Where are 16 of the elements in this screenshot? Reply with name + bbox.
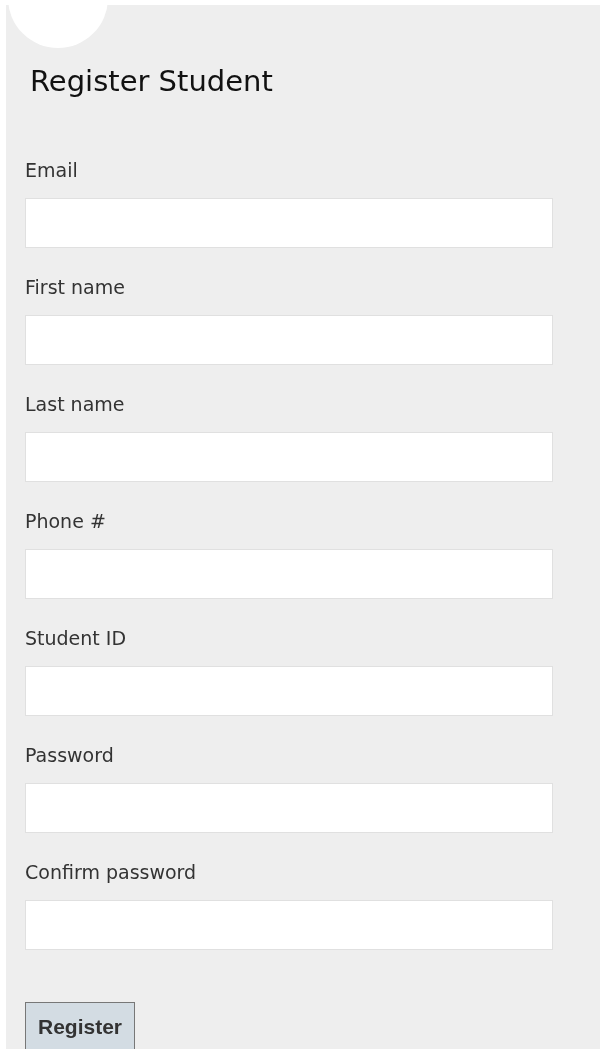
form-title: Register Student xyxy=(30,63,274,99)
input-field[interactable] xyxy=(25,432,553,482)
field-label: Password xyxy=(25,743,115,767)
field-label: First name xyxy=(25,275,126,299)
input-field[interactable] xyxy=(25,783,553,833)
field-label: Phone # xyxy=(25,509,107,533)
input-field[interactable] xyxy=(25,549,553,599)
field-label: Last name xyxy=(25,392,126,416)
input-field[interactable] xyxy=(25,666,553,716)
input-field[interactable] xyxy=(25,198,553,248)
field-label: Confirm password xyxy=(25,860,198,884)
register-button[interactable]: Register xyxy=(25,1002,136,1049)
field-label: Email xyxy=(25,158,79,182)
field-label: Student ID xyxy=(25,626,128,650)
input-field[interactable] xyxy=(25,900,553,950)
input-field[interactable] xyxy=(25,315,553,365)
